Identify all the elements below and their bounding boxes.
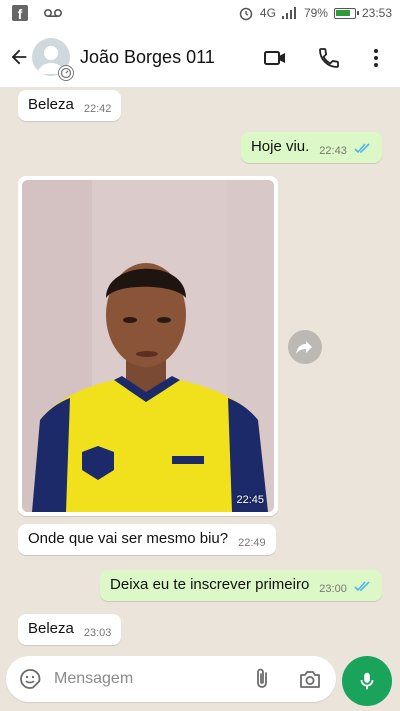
- message-outgoing[interactable]: Hoje viu. 22:43: [240, 132, 382, 163]
- message-incoming[interactable]: Onde que vai ser mesmo biu? 22:49: [18, 524, 276, 555]
- network-type: 4G: [259, 6, 276, 20]
- image-time: 22:45: [236, 494, 264, 506]
- message-time: 22:49: [238, 537, 266, 549]
- message-time: 22:43: [319, 145, 347, 157]
- voice-message-button[interactable]: [342, 656, 392, 706]
- message-time: 22:42: [83, 103, 112, 115]
- photo-image[interactable]: 22:45: [22, 180, 274, 512]
- message-text: Beleza: [28, 620, 74, 637]
- message-incoming[interactable]: Beleza 23:03: [18, 614, 122, 645]
- photo-illustration: [22, 180, 274, 512]
- message-input-container[interactable]: Mensagem: [6, 656, 336, 702]
- message-text: Onde que vai ser mesmo biu?: [28, 530, 229, 547]
- message-text: Beleza: [28, 96, 74, 113]
- emoji-sticker-icon[interactable]: [18, 667, 42, 691]
- message-time: 23:00: [319, 583, 347, 595]
- facebook-icon: f: [12, 5, 28, 22]
- battery-icon: [333, 7, 359, 19]
- chat-area[interactable]: Beleza 22:42 Hoje viu. 22:43 22:45 Onde …: [0, 88, 400, 648]
- read-ticks-icon: [354, 581, 370, 592]
- image-message[interactable]: 22:45: [18, 176, 278, 516]
- message-time: 23:03: [83, 627, 112, 639]
- attach-clip-icon[interactable]: [250, 667, 274, 691]
- message-outgoing[interactable]: Deixa eu te inscrever primeiro 23:00: [100, 570, 382, 601]
- timer-badge-icon: [58, 65, 74, 81]
- chat-header: João Borges 011: [0, 28, 400, 88]
- message-input[interactable]: Mensagem: [54, 670, 133, 688]
- back-arrow-icon[interactable]: [8, 46, 30, 68]
- forward-button[interactable]: [288, 330, 322, 364]
- video-call-icon[interactable]: [263, 46, 287, 70]
- alarm-icon: [239, 7, 253, 21]
- microphone-icon: [360, 672, 374, 690]
- read-ticks-icon: [354, 143, 370, 154]
- voicemail-icon: [44, 9, 62, 17]
- message-composer: Mensagem: [0, 648, 400, 711]
- clock: 23:53: [361, 6, 392, 20]
- status-bar: f 4G 79% 23:53: [0, 0, 400, 28]
- phone-call-icon[interactable]: [317, 46, 341, 70]
- more-options-icon[interactable]: [364, 46, 388, 70]
- message-text: Deixa eu te inscrever primeiro: [110, 576, 310, 593]
- camera-icon[interactable]: [298, 667, 322, 691]
- battery-percent: 79%: [303, 6, 328, 20]
- contact-name[interactable]: João Borges 011: [80, 47, 215, 68]
- message-text: Hoje viu.: [250, 138, 310, 155]
- forward-icon: [296, 341, 312, 354]
- signal-icon: [281, 7, 296, 19]
- message-incoming[interactable]: Beleza 22:42: [18, 90, 122, 121]
